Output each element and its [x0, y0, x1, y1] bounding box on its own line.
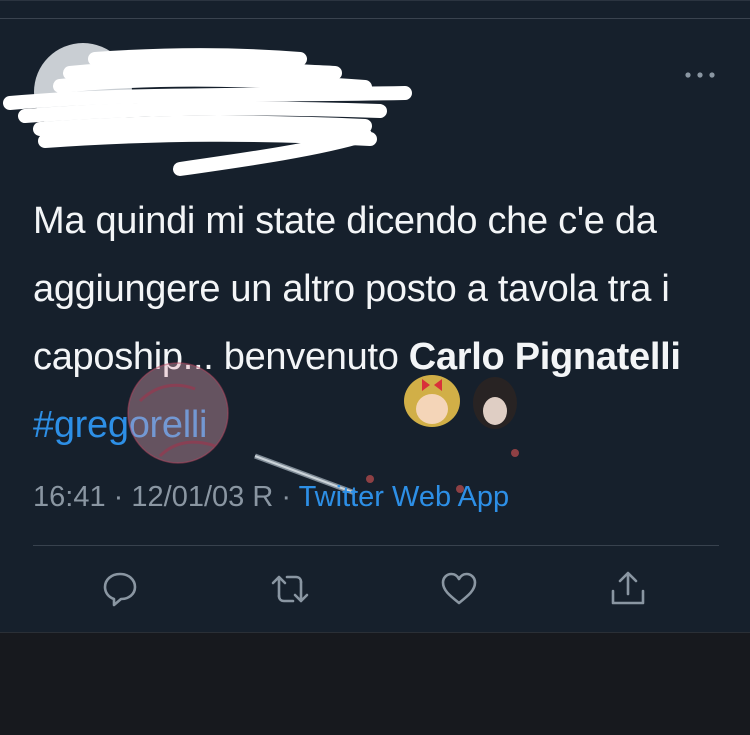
date-suffix: R: [252, 481, 274, 513]
share-icon[interactable]: [608, 569, 648, 609]
source-app-link[interactable]: Twitter Web App: [299, 481, 510, 513]
mention-link[interactable]: Carlo Pignatelli: [409, 336, 681, 378]
meta-separator: ·: [113, 481, 124, 513]
tweet-card: Ma quindi mi state dicendo che c'e da ag…: [0, 0, 750, 633]
hashtag-link[interactable]: #gregorelli: [33, 404, 207, 446]
actions-divider: [33, 545, 719, 546]
meta-separator: ·: [281, 481, 292, 513]
background-area: [0, 632, 750, 735]
tweet-date: 12/01/03: [131, 481, 245, 513]
tweet-metadata: 16:41 · 12/01/03 R · Twitter Web App: [33, 481, 509, 514]
reply-icon[interactable]: [100, 569, 140, 609]
heart-icon[interactable]: [439, 569, 479, 609]
redacted-username-scribble: [3, 48, 412, 176]
more-options-icon[interactable]: [680, 65, 720, 85]
top-divider: [0, 18, 750, 19]
tweet-text: Ma quindi mi state dicendo che c'e da ag…: [33, 187, 723, 459]
retweet-icon[interactable]: [270, 569, 310, 609]
tweet-time: 16:41: [33, 481, 106, 513]
